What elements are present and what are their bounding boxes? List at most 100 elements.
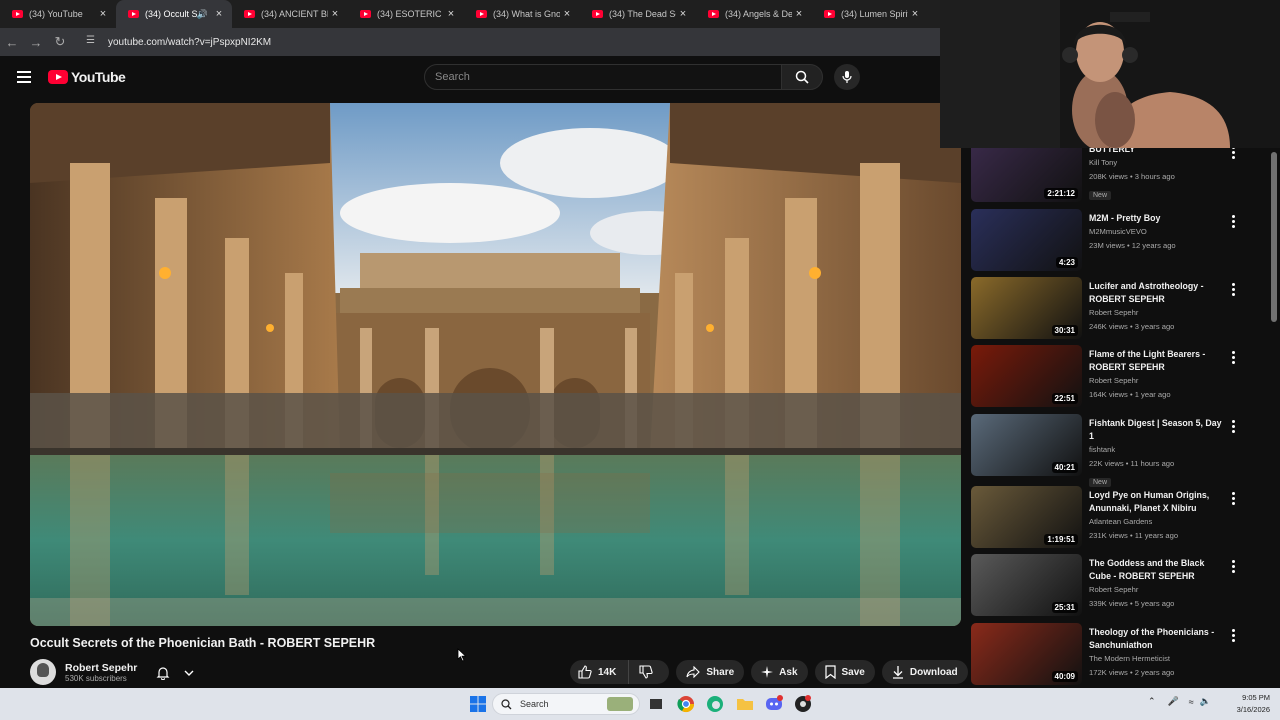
video-thumbnail[interactable]: 2:21:12 (971, 148, 1082, 202)
edge-icon[interactable] (706, 695, 724, 713)
more-vertical-icon[interactable] (1230, 629, 1236, 644)
site-info-icon[interactable]: ☰ (86, 35, 100, 49)
recommendation-title[interactable]: M2M - Pretty Boy (1089, 212, 1227, 225)
close-tab-icon[interactable]: × (676, 8, 690, 20)
video-thumbnail[interactable]: 1:19:51 (971, 486, 1082, 548)
windows-start-icon[interactable] (469, 695, 487, 713)
video-thumbnail[interactable]: 25:31 (971, 554, 1082, 616)
video-thumbnail[interactable]: 4:23 (971, 209, 1082, 271)
more-vertical-icon[interactable] (1230, 148, 1236, 161)
close-tab-icon[interactable]: × (444, 8, 458, 20)
taskbar-search[interactable]: Search (492, 693, 640, 715)
browser-tab[interactable]: (34) ESOTERIC ENL× (348, 0, 464, 28)
like-button[interactable]: 14K (570, 660, 630, 684)
browser-tab[interactable]: (34) Occult Sec🔊 × (116, 0, 232, 28)
video-thumbnail[interactable]: 40:21 (971, 414, 1082, 476)
speaker-icon[interactable]: 🔊 (197, 9, 208, 20)
search-icon (795, 70, 809, 84)
recommendation-item[interactable]: 40:09 Theology of the Phoenicians - Sanch… (971, 623, 1241, 685)
video-duration: 30:31 (1051, 325, 1078, 336)
recommendation-item[interactable]: 2:21:12 BUTTERLY Kill Tony 208K views • 3 h… (971, 148, 1241, 202)
chevron-up-icon[interactable]: ⌃ (1148, 696, 1156, 707)
close-tab-icon[interactable]: × (792, 8, 806, 20)
youtube-favicon-icon (476, 10, 487, 18)
forward-icon[interactable]: → (24, 35, 48, 50)
recommendation-title[interactable]: Lucifer and Astrotheology - ROBERT SEPEH… (1089, 280, 1227, 306)
browser-tab[interactable]: (34) Angels & Dem× (696, 0, 812, 28)
recommendation-item[interactable]: 25:31 The Goddess and the Black Cube - RO… (971, 554, 1241, 616)
url-field[interactable]: ☰ youtube.com/watch?v=jPspxpNI2KM (80, 31, 920, 53)
address-bar: ← → ↻ ☰ youtube.com/watch?v=jPspxpNI2KM (0, 28, 940, 56)
ask-button[interactable]: Ask (751, 660, 808, 684)
video-thumbnail[interactable]: 30:31 (971, 277, 1082, 339)
browser-tab[interactable]: (34) What is Gnosti× (464, 0, 580, 28)
file-explorer-icon[interactable] (736, 695, 754, 713)
recommendation-title[interactable]: Theology of the Phoenicians - Sanchuniat… (1089, 626, 1227, 652)
recommendation-channel[interactable]: Robert Sepehr (1089, 583, 1227, 597)
share-button[interactable]: Share (676, 660, 745, 684)
more-vertical-icon[interactable] (1230, 492, 1236, 507)
taskbar-clock[interactable]: 9:05 PM 3/16/2026 (1224, 692, 1270, 716)
recommendation-item[interactable]: 1:19:51 Loyd Pye on Human Origins, Anunna… (971, 486, 1241, 548)
recommendation-channel[interactable]: Kill Tony (1089, 156, 1227, 170)
close-tab-icon[interactable]: × (212, 8, 226, 20)
back-icon[interactable]: ← (0, 35, 24, 50)
obs-icon[interactable] (794, 695, 812, 713)
more-vertical-icon[interactable] (1230, 215, 1236, 230)
dislike-button[interactable] (629, 660, 669, 684)
sidebar-scrollbar[interactable] (1270, 148, 1278, 688)
browser-tab[interactable]: (34) ANCIENT BEIN× (232, 0, 348, 28)
youtube-logo[interactable]: YouTube (48, 69, 126, 85)
reload-icon[interactable]: ↻ (48, 34, 72, 50)
download-button[interactable]: Download (881, 660, 968, 684)
more-vertical-icon[interactable] (1230, 351, 1236, 366)
browser-tab[interactable]: (34) Lumen Spiritu × (812, 0, 928, 28)
recommendation-channel[interactable]: M2MmusicVEVO (1089, 225, 1227, 239)
task-view-icon[interactable] (647, 695, 665, 713)
clock-time: 9:05 PM (1242, 693, 1270, 702)
menu-icon[interactable] (17, 71, 31, 83)
close-tab-icon[interactable]: × (328, 8, 342, 20)
discord-icon[interactable] (765, 695, 783, 713)
recommendation-item[interactable]: 30:31 Lucifer and Astrotheology - ROBERT … (971, 277, 1241, 339)
recommendation-channel[interactable]: The Modern Hermeticist (1089, 652, 1227, 666)
recommendation-title[interactable]: Fishtank Digest | Season 5, Day 1 (1089, 417, 1227, 443)
microphone-icon[interactable]: 🎤 (1168, 696, 1179, 707)
browser-tab[interactable]: (34) YouTube × (0, 0, 116, 28)
recommendation-title[interactable]: Loyd Pye on Human Origins, Anunnaki, Pla… (1089, 489, 1227, 515)
video-thumbnail[interactable]: 40:09 (971, 623, 1082, 685)
recommendation-title[interactable]: Flame of the Light Bearers - ROBERT SEPE… (1089, 348, 1227, 374)
close-tab-icon[interactable]: × (96, 8, 110, 20)
close-tab-icon[interactable]: × (908, 8, 922, 20)
close-tab-icon[interactable]: × (560, 8, 574, 20)
scrollbar-thumb[interactable] (1271, 152, 1277, 322)
tab-title: (34) ESOTERIC ENL (377, 9, 444, 19)
recommendation-channel[interactable]: Robert Sepehr (1089, 374, 1227, 388)
more-vertical-icon[interactable] (1230, 420, 1236, 435)
search-button[interactable] (781, 64, 823, 90)
chrome-icon[interactable] (677, 695, 695, 713)
recommendation-title[interactable]: The Goddess and the Black Cube - ROBERT … (1089, 557, 1227, 583)
recommendation-channel[interactable]: Atlantean Gardens (1089, 515, 1227, 529)
video-player[interactable] (30, 103, 961, 626)
browser-tab[interactable]: (34) The Dead Sea× (580, 0, 696, 28)
more-vertical-icon[interactable] (1230, 283, 1236, 298)
recommendation-info: Fishtank Digest | Season 5, Day 1 fishtan… (1089, 417, 1227, 489)
recommendation-channel[interactable]: fishtank (1089, 443, 1227, 457)
recommendation-item[interactable]: 22:51 Flame of the Light Bearers - ROBERT… (971, 345, 1241, 407)
channel-avatar[interactable] (30, 659, 56, 685)
video-thumbnail[interactable]: 22:51 (971, 345, 1082, 407)
search-input[interactable]: Search (424, 64, 782, 90)
channel-name[interactable]: Robert Sepehr (65, 662, 137, 674)
wifi-icon[interactable]: ≈ (1189, 697, 1194, 707)
more-vertical-icon[interactable] (1230, 560, 1236, 575)
voice-search-button[interactable] (834, 64, 860, 90)
recommendation-channel[interactable]: Robert Sepehr (1089, 306, 1227, 320)
save-button[interactable]: Save (814, 660, 875, 684)
speaker-icon[interactable]: 🔈 (1200, 696, 1211, 707)
logo-text: YouTube (71, 69, 126, 85)
recommendation-title[interactable]: BUTTERLY (1089, 148, 1227, 156)
recommendation-item[interactable]: 40:21 Fishtank Digest | Season 5, Day 1 fi… (971, 414, 1241, 487)
recommendation-item[interactable]: 4:23 M2M - Pretty Boy M2MmusicVEVO 23M view… (971, 209, 1241, 271)
notification-bell-button[interactable] (149, 662, 201, 684)
